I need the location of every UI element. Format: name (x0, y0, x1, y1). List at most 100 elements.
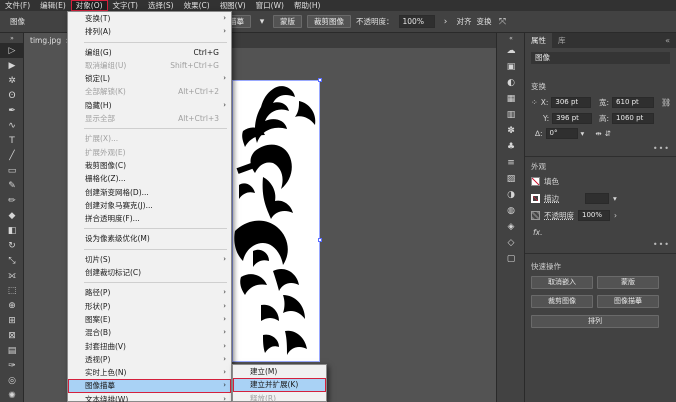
constrain-proportions-icon[interactable]: ⛓ (661, 98, 671, 107)
menu-item[interactable]: 创建对象马赛克(J)... (68, 199, 231, 212)
perspective-grid-icon[interactable]: ⊞ (0, 313, 24, 328)
flip-horizontal-icon[interactable]: ⇹ (595, 129, 601, 138)
width-tool-icon[interactable]: ⟗ (0, 268, 24, 283)
collapse-icon[interactable]: » (0, 33, 24, 43)
gradient-tool-icon[interactable]: ▤ (0, 343, 24, 358)
menubar-item[interactable]: 文件(F) (0, 0, 35, 11)
stroke-icon[interactable]: ≡ (497, 155, 525, 171)
color-guide-icon[interactable]: ▦ (497, 91, 525, 107)
mask-button[interactable]: 蒙版 (597, 276, 659, 289)
shape-builder-icon[interactable]: ⊕ (0, 298, 24, 313)
properties-icon[interactable]: ▣ (497, 59, 525, 75)
rotate-tool-icon[interactable]: ↻ (0, 238, 24, 253)
height-field[interactable]: 1060 pt (612, 113, 655, 124)
menu-item[interactable]: 混合(B) › (68, 326, 231, 339)
gradient-icon[interactable]: ▨ (497, 171, 525, 187)
x-field[interactable]: 306 pt (551, 97, 592, 108)
free-transform-icon[interactable]: ⬚ (0, 283, 24, 298)
graphic-styles-icon[interactable]: ◈ (497, 219, 525, 235)
angle-field[interactable]: 0° (545, 128, 578, 139)
menu-item[interactable]: 实时上色(N) › (68, 366, 231, 379)
menu-item[interactable]: 创建渐变网格(D)... (68, 186, 231, 199)
layers-icon[interactable]: ◇ (497, 235, 525, 251)
pen-tool-icon[interactable]: ✒ (0, 103, 24, 118)
symbol-sprayer-icon[interactable]: ✺ (0, 388, 24, 402)
selection-tool-icon[interactable]: ▷ (0, 43, 24, 58)
opacity-field[interactable]: 100% (578, 210, 610, 221)
menu-item[interactable]: 栅格化(Z)... (68, 172, 231, 185)
unembed-button[interactable]: 取消嵌入 (531, 276, 593, 289)
menubar-item[interactable]: 窗口(W) (251, 0, 289, 11)
pencil-icon[interactable]: ✏ (0, 193, 24, 208)
menu-item[interactable]: 排列(A) › (68, 25, 231, 38)
panel-collapse-icon[interactable]: « (665, 36, 676, 45)
flip-vertical-icon[interactable]: ⇵ (605, 129, 611, 138)
arrange-button[interactable]: 排列 (531, 315, 659, 328)
transparency-icon[interactable]: ◑ (497, 187, 525, 203)
chevron-down-icon[interactable]: ▾ (613, 194, 617, 203)
lasso-icon[interactable]: ʘ (0, 88, 24, 103)
reference-point-icon[interactable]: ⁘ (531, 98, 538, 107)
menubar-item[interactable]: 帮助(H) (289, 0, 326, 11)
transform-icon[interactable]: ⤧ (497, 16, 509, 28)
crop-image-button[interactable]: 裁剪图像 (307, 15, 351, 28)
align-link[interactable]: 对齐 (457, 16, 472, 27)
scale-tool-icon[interactable]: ⤡ (0, 253, 24, 268)
tab-libraries[interactable]: 库 (552, 33, 572, 48)
curvature-tool-icon[interactable]: ∿ (0, 118, 24, 133)
y-field[interactable]: 396 pt (552, 113, 593, 124)
menu-item[interactable]: 拼合透明度(F)... (68, 212, 231, 225)
menu-item[interactable]: 建立(M) (233, 365, 326, 378)
opacity-field[interactable]: 100% (398, 15, 435, 28)
menu-item[interactable]: 锁定(L) › (68, 72, 231, 85)
menu-item[interactable]: 变换(T) › (68, 12, 231, 25)
menu-item[interactable]: 文本绕排(W) › (68, 393, 231, 402)
selection-handle-right[interactable] (318, 238, 322, 242)
eyedropper-icon[interactable]: ✑ (0, 358, 24, 373)
chevron-down-icon[interactable]: ▾ (256, 16, 268, 28)
stroke-swatch-none[interactable] (531, 194, 540, 203)
menu-item[interactable]: 创建裁切标记(C) (68, 266, 231, 279)
symbols-icon[interactable]: ♣ (497, 139, 525, 155)
chevron-down-icon[interactable]: ▾ (581, 129, 585, 138)
selection-handle-top-right[interactable] (318, 78, 322, 82)
transform-more-button[interactable]: ••• (653, 144, 670, 153)
tab-properties[interactable]: 属性 (525, 33, 552, 48)
menubar-item[interactable]: 视图(V) (215, 0, 251, 11)
menu-item[interactable]: 隐藏(H) › (68, 99, 231, 112)
menubar-item[interactable]: 对象(O) (70, 0, 108, 11)
image-trace-button[interactable]: 图像描摹 (597, 295, 659, 308)
line-tool-icon[interactable]: ╱ (0, 148, 24, 163)
libraries-icon[interactable]: ☁ (497, 43, 525, 59)
menu-item[interactable]: 封套扭曲(V) › (68, 340, 231, 353)
blend-tool-icon[interactable]: ◎ (0, 373, 24, 388)
fill-swatch-none[interactable] (531, 177, 540, 186)
stroke-weight-field[interactable] (585, 193, 609, 204)
chevron-right-icon[interactable]: › (440, 16, 452, 28)
chevron-right-icon[interactable]: › (614, 211, 617, 220)
document-tab[interactable]: timg.jpg × (24, 33, 72, 48)
brushes-icon[interactable]: ✽ (497, 123, 525, 139)
rectangle-tool-icon[interactable]: ▭ (0, 163, 24, 178)
menu-item[interactable]: 形状(P) › (68, 300, 231, 313)
magic-wand-icon[interactable]: ✲ (0, 73, 24, 88)
menubar-item[interactable]: 编辑(E) (35, 0, 71, 11)
swatches-icon[interactable]: ▥ (497, 107, 525, 123)
paintbrush-icon[interactable]: ✎ (0, 178, 24, 193)
artboards-icon[interactable]: ▢ (497, 251, 525, 267)
width-field[interactable]: 610 pt (612, 97, 655, 108)
shaper-tool-icon[interactable]: ◆ (0, 208, 24, 223)
menubar-item[interactable]: 效果(C) (179, 0, 215, 11)
appearance-icon[interactable]: ◍ (497, 203, 525, 219)
direct-selection-tool-icon[interactable]: ▶ (0, 58, 24, 73)
type-tool-icon[interactable]: T (0, 133, 24, 148)
menu-item[interactable]: 透视(P) › (68, 353, 231, 366)
menu-item[interactable]: 图像描摹 › (68, 379, 231, 393)
menu-item[interactable]: 建立并扩展(K) (233, 378, 326, 392)
collapse-icon[interactable]: « (497, 33, 525, 43)
mask-button[interactable]: 蒙版 (273, 15, 302, 28)
menubar-item[interactable]: 文字(T) (108, 0, 143, 11)
transform-link[interactable]: 变换 (477, 16, 492, 27)
crop-image-button[interactable]: 裁剪图像 (531, 295, 593, 308)
placed-image[interactable] (232, 80, 320, 362)
